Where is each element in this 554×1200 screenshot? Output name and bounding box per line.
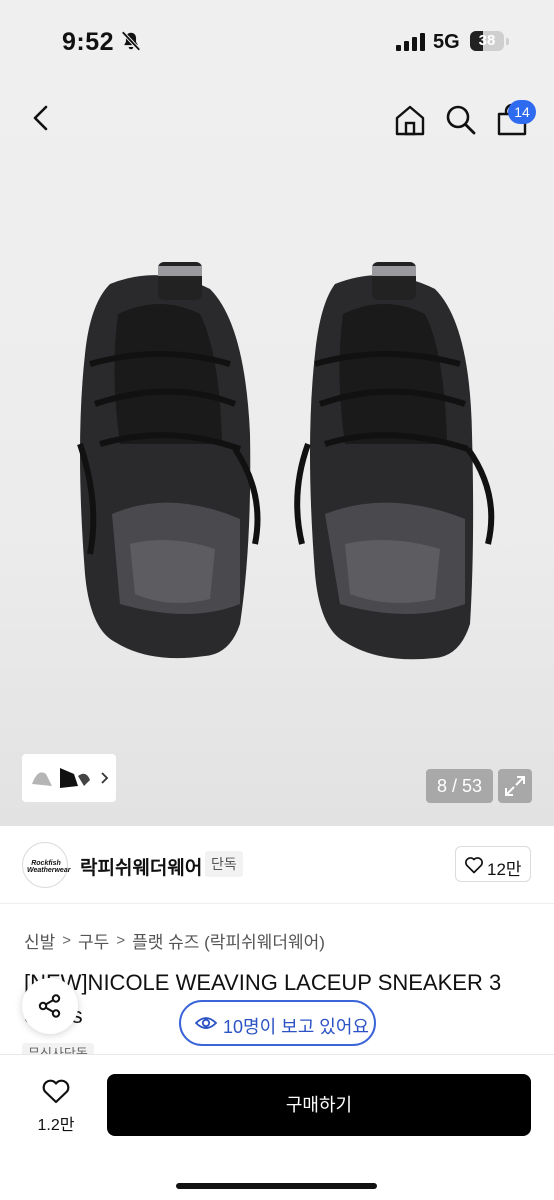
bottom-action-bar: 1.2만 구매하기 xyxy=(0,1054,554,1200)
share-icon xyxy=(38,994,61,1018)
battery-icon: 38 xyxy=(470,31,504,51)
bell-muted-icon xyxy=(121,31,141,51)
expand-button[interactable] xyxy=(498,769,532,803)
color-thumbnail-selector[interactable] xyxy=(22,754,116,802)
product-image-gallery[interactable]: 14 8 / 53 xyxy=(0,84,554,826)
buy-button[interactable]: 구매하기 xyxy=(107,1074,531,1136)
brand-like-count: 12만 xyxy=(487,860,522,879)
product-like-button[interactable]: 1.2만 xyxy=(22,1075,92,1135)
product-photo xyxy=(77,262,495,660)
breadcrumb-item[interactable]: 구두 xyxy=(78,928,109,953)
heart-icon xyxy=(42,1079,70,1104)
color-thumbnails-icon xyxy=(32,768,109,788)
breadcrumb-item[interactable]: 플랫 슈즈 (락피쉬웨더웨어) xyxy=(132,928,325,953)
exclusive-tag: 단독 xyxy=(205,851,243,877)
brand-logo[interactable]: Rockfish Weatherwear xyxy=(22,842,71,888)
back-icon[interactable] xyxy=(24,100,60,136)
expand-icon xyxy=(505,776,525,796)
signal-icon xyxy=(396,33,425,51)
brand-name[interactable]: 락피쉬웨더웨어 xyxy=(80,853,202,880)
breadcrumb: 신발 > 구두 > 플랫 슈즈 (락피쉬웨더웨어) xyxy=(24,928,325,953)
viewers-indicator: 10명이 보고 있어요 xyxy=(179,1000,376,1046)
eye-icon xyxy=(195,1017,217,1029)
chevron-right-icon: > xyxy=(62,932,72,949)
share-button[interactable] xyxy=(22,978,78,1034)
breadcrumb-item[interactable]: 신발 xyxy=(24,928,55,953)
brand-row: Rockfish Weatherwear 락피쉬웨더웨어 단독 12만 xyxy=(0,826,554,904)
network-label: 5G xyxy=(433,31,460,53)
brand-like-button[interactable]: 12만 xyxy=(455,846,531,882)
heart-icon xyxy=(465,857,483,874)
cart-count-badge: 14 xyxy=(508,100,536,124)
battery-level: 38 xyxy=(478,32,496,49)
search-icon[interactable] xyxy=(443,102,479,138)
home-icon[interactable] xyxy=(392,102,428,138)
status-bar: 9:52 5G 38 xyxy=(0,0,554,84)
battery-tip xyxy=(506,38,509,45)
product-like-count: 1.2만 xyxy=(37,1117,75,1134)
status-time: 9:52 xyxy=(62,28,115,56)
chevron-right-icon: > xyxy=(116,932,126,949)
brand-logo-text: Rockfish Weatherwear xyxy=(27,860,71,874)
home-indicator xyxy=(176,1183,377,1189)
viewers-text: 10명이 보고 있어요 xyxy=(223,1017,369,1037)
image-counter: 8 / 53 xyxy=(426,769,493,803)
